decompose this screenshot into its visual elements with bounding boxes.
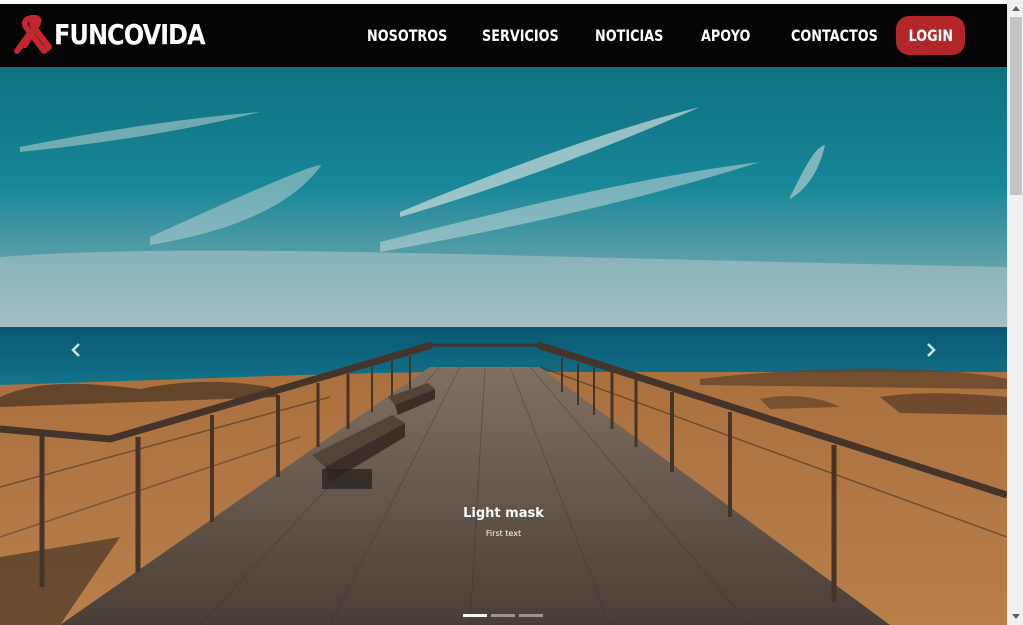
carousel-caption-text: First text <box>485 529 522 538</box>
chevron-left-icon <box>71 343 80 357</box>
page: FUNCOVIDA NOSOTROS SERVICIOS NOTICIAS AP… <box>0 0 1023 625</box>
nav-link-servicios[interactable]: SERVICIOS <box>482 24 559 48</box>
carousel-slide-image <box>0 67 1007 625</box>
nav-link-noticias[interactable]: NOTICIAS <box>595 24 663 48</box>
carousel-indicator-3[interactable] <box>519 614 543 617</box>
ribbon-icon <box>14 15 52 54</box>
scrollbar-thumb[interactable] <box>1010 17 1022 195</box>
hero-carousel: Light mask First text <box>0 67 1007 625</box>
brand-logo[interactable]: FUNCOVIDA <box>14 15 229 55</box>
carousel-indicator-2[interactable] <box>491 614 515 617</box>
nav-link-apoyo[interactable]: APOYO <box>701 24 750 48</box>
carousel-indicators <box>463 614 543 617</box>
vertical-scrollbar[interactable] <box>1007 0 1023 625</box>
login-button[interactable]: LOGIN <box>896 16 965 55</box>
carousel-prev-control[interactable] <box>61 335 91 365</box>
scroll-down-arrow-icon[interactable] <box>1008 609 1023 625</box>
scroll-up-arrow-icon[interactable] <box>1008 0 1023 16</box>
navbar: FUNCOVIDA NOSOTROS SERVICIOS NOTICIAS AP… <box>0 4 1007 67</box>
nav-link-nosotros[interactable]: NOSOTROS <box>367 24 447 48</box>
brand-name: FUNCOVIDA <box>54 18 206 51</box>
chevron-right-icon <box>927 343 936 357</box>
carousel-caption-title: Light mask <box>463 506 544 521</box>
nav-link-contactos[interactable]: CONTACTOS <box>791 24 878 48</box>
login-button-label: LOGIN <box>908 26 953 45</box>
carousel-indicator-1[interactable] <box>463 614 487 617</box>
carousel-next-control[interactable] <box>916 335 946 365</box>
